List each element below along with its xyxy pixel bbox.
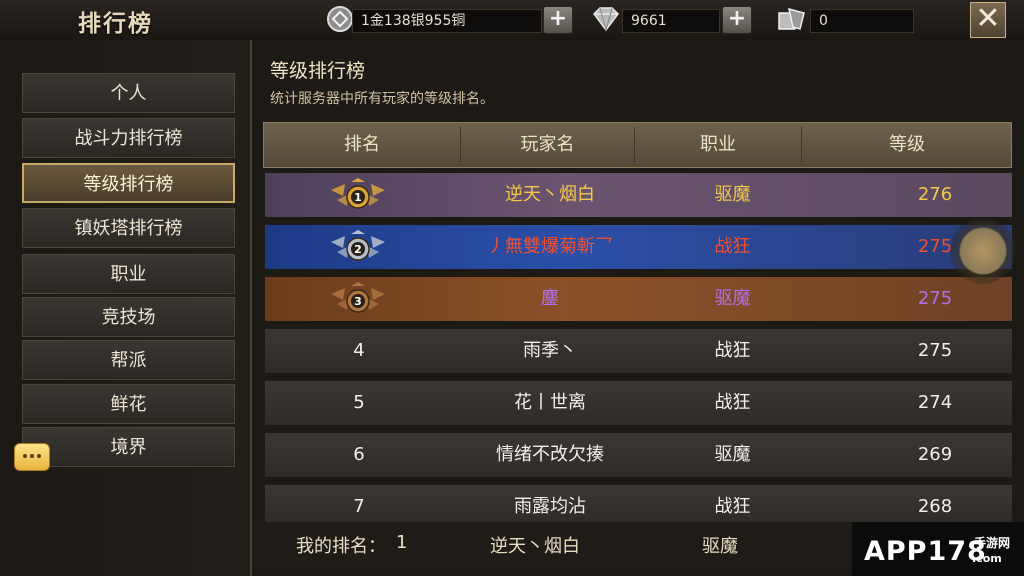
rank-number: 2: [354, 243, 362, 256]
sidebar-item-8[interactable]: 境界: [22, 427, 235, 467]
currency-value: 1金138银955铜: [361, 13, 466, 29]
token-display: 0: [810, 9, 914, 33]
watermark-sub: 手游网: [974, 536, 1011, 550]
section-description: 统计服务器中所有玩家的等级排名。: [270, 91, 494, 107]
class-cell: 战狂: [714, 340, 751, 361]
add-diamond-button[interactable]: +: [722, 6, 752, 34]
my-rank-value: 1: [396, 532, 408, 553]
player-name-cell: 花丨世离: [514, 392, 586, 413]
rank-cell: 5: [353, 392, 365, 413]
player-name-cell: 逆天丶烟白: [505, 184, 595, 205]
sidebar-item-6[interactable]: 帮派: [22, 340, 235, 380]
column-player-name: 玩家名: [520, 134, 575, 155]
watermark-brand: APP178: [864, 536, 987, 567]
rank-number: 3: [354, 295, 362, 308]
rank-number: 1: [354, 191, 362, 204]
coin-icon: [327, 6, 353, 32]
table-header: 排名 玩家名 职业 等级: [263, 122, 1012, 168]
player-name-cell: 丿無雙爆菊斬乛: [487, 236, 613, 257]
sidebar-item-1[interactable]: 战斗力排行榜: [22, 118, 235, 158]
player-name-cell: 雨季丶: [523, 340, 577, 361]
class-cell: 战狂: [714, 236, 751, 257]
sidebar-item-0[interactable]: 个人: [22, 73, 235, 113]
rank-badge-icon: 3: [331, 282, 385, 313]
sidebar-item-5[interactable]: 竞技场: [22, 297, 235, 337]
top-bar: 排行榜 1金138银955铜 + 9661 + 0 ✕: [0, 0, 1024, 41]
level-cell: 274: [917, 392, 953, 413]
class-cell: 驱魔: [714, 444, 751, 465]
token-value: 0: [819, 13, 828, 29]
watermark-domain: .com: [972, 552, 1002, 565]
table-row[interactable]: 1 逆天丶烟白 驱魔 276: [265, 173, 1012, 217]
table-row[interactable]: 7 雨露均沾 战狂 268: [265, 485, 1012, 522]
token-icon: [778, 7, 805, 30]
table-row[interactable]: 5 花丨世离 战狂 274: [265, 381, 1012, 425]
level-cell: 275: [917, 340, 953, 361]
table-row[interactable]: 4 雨季丶 战狂 275: [265, 329, 1012, 373]
add-currency-button[interactable]: +: [543, 6, 573, 34]
class-cell: 驱魔: [714, 288, 751, 309]
column-level: 等级: [889, 134, 925, 155]
diamond-value: 9661: [631, 13, 667, 29]
column-rank: 排名: [344, 134, 380, 155]
player-name-cell: 鏖: [541, 288, 559, 309]
diamond-display: 9661: [622, 9, 720, 33]
my-rank-label: 我的排名：: [296, 536, 386, 557]
section-heading: 等级排行榜: [270, 60, 366, 82]
my-rank-class: 驱魔: [702, 536, 738, 557]
sidebar-item-7[interactable]: 鲜花: [22, 384, 235, 424]
close-button[interactable]: ✕: [970, 2, 1006, 38]
rank-cell: 6: [353, 444, 365, 465]
chat-icon[interactable]: [14, 443, 50, 471]
rank-cell: 4: [353, 340, 365, 361]
rank-badge-icon: 2: [331, 230, 385, 261]
player-name-cell: 情绪不改欠揍: [496, 444, 604, 465]
class-cell: 驱魔: [714, 184, 751, 205]
close-icon: ✕: [975, 1, 1001, 36]
table-row[interactable]: 6 情绪不改欠揍 驱魔 269: [265, 433, 1012, 477]
table-row[interactable]: 2 丿無雙爆菊斬乛 战狂 275: [265, 225, 1012, 269]
diamond-icon: [593, 7, 619, 32]
rank-badge-icon: 1: [331, 178, 385, 209]
floating-action-button[interactable]: [950, 218, 1016, 284]
sidebar-item-4[interactable]: 职业: [22, 254, 235, 294]
class-cell: 战狂: [714, 392, 751, 413]
level-cell: 269: [917, 444, 953, 465]
level-cell: 275: [917, 288, 953, 309]
watermark-logo: APP178 手游网 .com: [852, 522, 1024, 576]
level-cell: 276: [917, 184, 953, 205]
currency-display: 1金138银955铜: [352, 9, 542, 33]
my-rank-name: 逆天丶烟白: [490, 536, 580, 557]
sidebar-item-3[interactable]: 镇妖塔排行榜: [22, 208, 235, 248]
table-row[interactable]: 3 鏖 驱魔 275: [265, 277, 1012, 321]
page-title: 排行榜: [78, 11, 153, 37]
column-class: 职业: [700, 134, 736, 155]
sidebar-item-2[interactable]: 等级排行榜: [22, 163, 235, 203]
